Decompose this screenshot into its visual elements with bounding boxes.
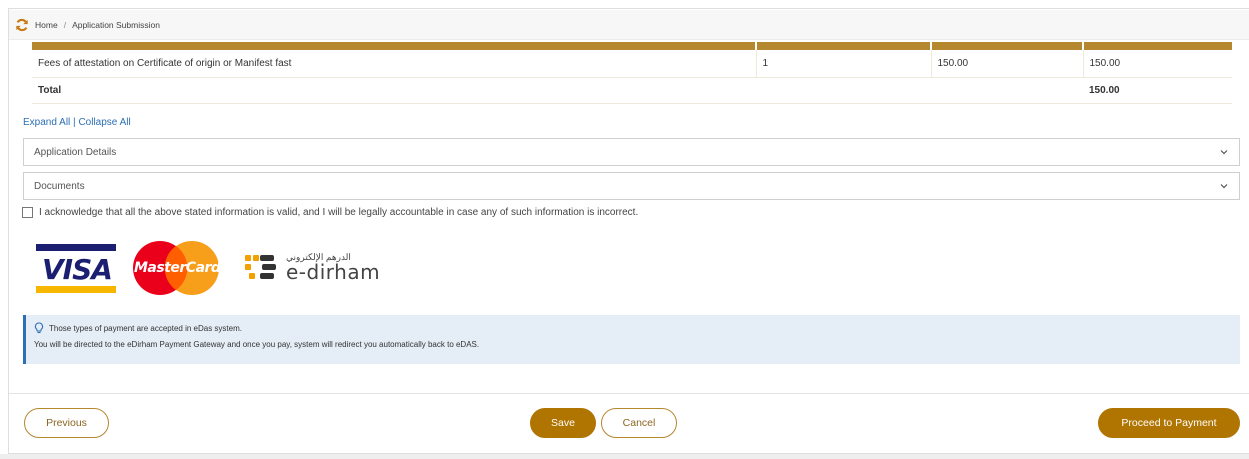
breadcrumb-home[interactable]: Home bbox=[35, 20, 58, 30]
payment-notice: Those types of payment are accepted in e… bbox=[23, 315, 1240, 364]
table-header bbox=[32, 42, 1232, 50]
accordion-label: Documents bbox=[34, 180, 85, 192]
chevron-down-icon bbox=[1220, 150, 1228, 155]
accordion-documents[interactable]: Documents bbox=[23, 172, 1240, 200]
edirham-logo: الدرهم الإلكتروني e-dirham bbox=[244, 252, 380, 282]
fee-description: Fees of attestation on Certificate of or… bbox=[32, 50, 757, 78]
breadcrumb: Home / Application Submission bbox=[9, 10, 1249, 40]
acknowledgement-text: I acknowledge that all the above stated … bbox=[39, 207, 639, 218]
header-cell bbox=[32, 42, 757, 50]
payment-logos: VISA MasterCard الدرهم الإلكتروني e-dirh… bbox=[36, 237, 380, 297]
expand-all-link[interactable]: Expand All bbox=[23, 117, 70, 128]
total-label: Total bbox=[32, 77, 756, 104]
notice-line-2: You will be directed to the eDirham Paym… bbox=[34, 340, 480, 349]
link-separator: | bbox=[73, 117, 76, 128]
breadcrumb-separator: / bbox=[63, 19, 67, 30]
save-button[interactable]: Save bbox=[530, 408, 596, 438]
refresh-icon[interactable] bbox=[15, 18, 29, 32]
fees-table: Fees of attestation on Certificate of or… bbox=[32, 42, 1232, 104]
acknowledgement: I acknowledge that all the above stated … bbox=[22, 207, 638, 218]
notice-line-1: Those types of payment are accepted in e… bbox=[49, 323, 242, 333]
header-cell bbox=[931, 42, 1084, 50]
table-row: Fees of attestation on Certificate of or… bbox=[32, 50, 1232, 78]
header-cell bbox=[1083, 42, 1232, 50]
breadcrumb-current: Application Submission bbox=[72, 19, 160, 30]
accordion-label: Application Details bbox=[34, 146, 117, 158]
proceed-to-payment-button[interactable]: Proceed to Payment bbox=[1098, 408, 1240, 438]
collapse-all-link[interactable]: Collapse All bbox=[78, 117, 130, 128]
accordion-application-details[interactable]: Application Details bbox=[23, 138, 1240, 166]
chevron-down-icon bbox=[1220, 184, 1228, 189]
fee-amount: 150.00 bbox=[1083, 50, 1232, 78]
bottom-strip bbox=[0, 454, 1249, 459]
edirham-english-label: e-dirham bbox=[286, 259, 381, 284]
expand-collapse-links: Expand All | Collapse All bbox=[23, 117, 131, 128]
visa-logo: VISA bbox=[36, 240, 116, 295]
mastercard-logo: MasterCard bbox=[130, 240, 222, 295]
acknowledgement-checkbox[interactable] bbox=[22, 207, 33, 218]
total-row: Total 150.00 bbox=[32, 77, 1232, 104]
header-cell bbox=[756, 42, 932, 50]
previous-button[interactable]: Previous bbox=[24, 408, 109, 438]
fee-unit-price: 150.00 bbox=[931, 50, 1084, 78]
cancel-button[interactable]: Cancel bbox=[601, 408, 677, 438]
total-value: 150.00 bbox=[1083, 77, 1232, 104]
lightbulb-icon bbox=[34, 322, 44, 334]
fee-quantity: 1 bbox=[756, 50, 932, 78]
divider bbox=[9, 393, 1249, 394]
